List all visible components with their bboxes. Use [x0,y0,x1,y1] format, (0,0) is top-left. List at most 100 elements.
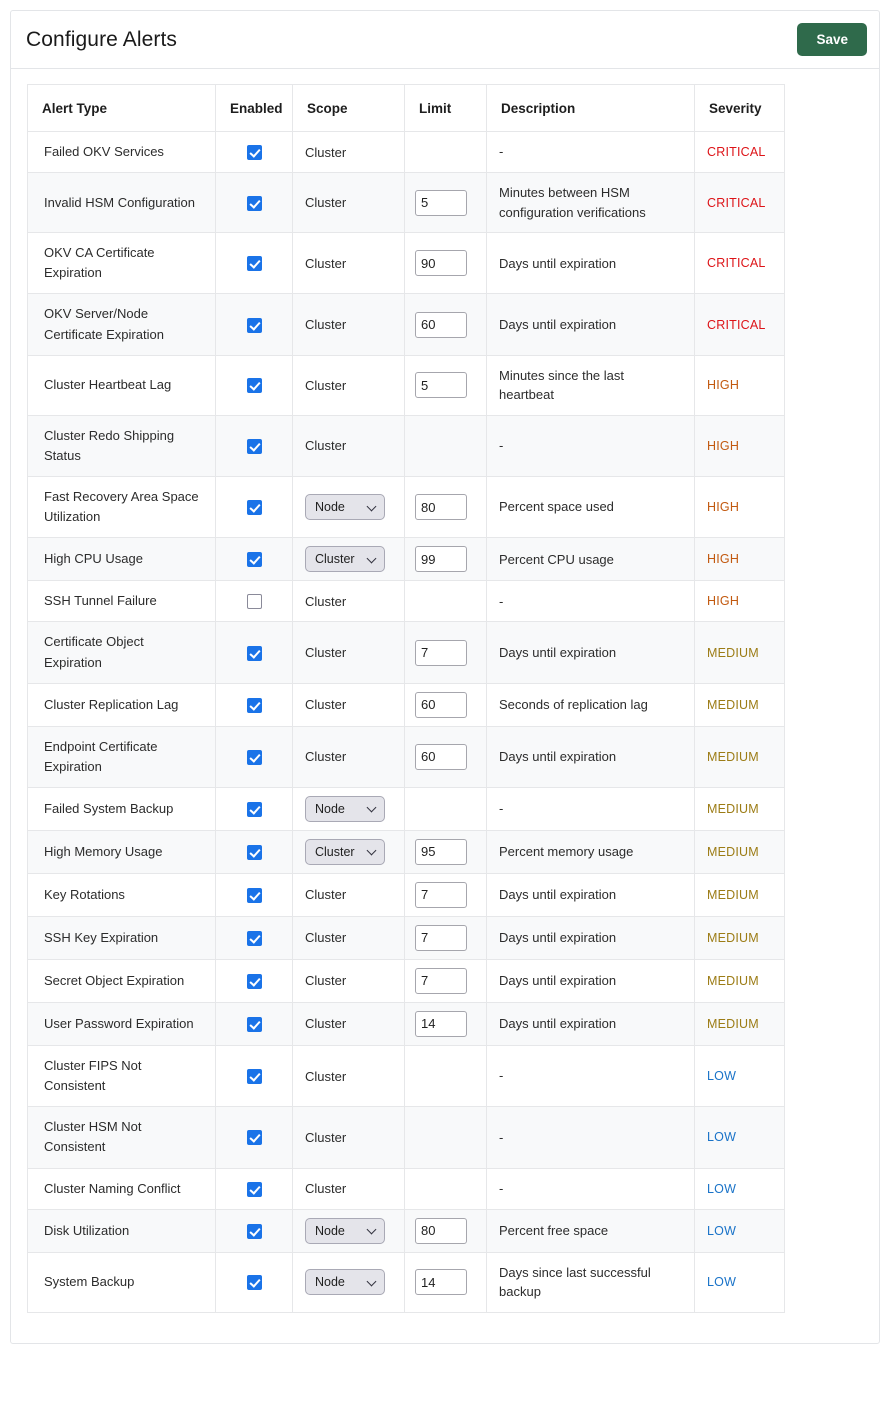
enabled-checkbox-checked[interactable] [247,1224,262,1239]
limit-input[interactable] [415,190,467,216]
limit-input[interactable] [415,1269,467,1295]
limit-cell [405,959,487,1002]
card-header: Configure Alerts Save [11,11,879,69]
description-cell: Days until expiration [487,1002,695,1045]
chevron-down-icon [368,804,377,813]
scope-select[interactable]: Cluster [305,546,385,572]
table-row: OKV CA Certificate ExpirationClusterDays… [28,233,785,294]
column-header-description: Description [487,85,695,132]
severity-badge: LOW [695,1107,785,1168]
alert-type-cell: Failed System Backup [28,787,216,830]
table-row: Cluster Naming ConflictCluster-LOW [28,1168,785,1209]
limit-cell [405,683,487,726]
column-header-alert-type: Alert Type [28,85,216,132]
description-cell: Percent space used [487,476,695,537]
limit-input[interactable] [415,839,467,865]
enabled-checkbox-checked[interactable] [247,1069,262,1084]
limit-input[interactable] [415,968,467,994]
scope-cell: Node [293,787,405,830]
alert-type-cell: Invalid HSM Configuration [28,173,216,233]
description-cell: Days until expiration [487,233,695,294]
table-container: Alert Type Enabled Scope Limit Descripti… [11,69,879,1343]
enabled-cell [216,726,293,787]
enabled-checkbox-checked[interactable] [247,646,262,661]
enabled-checkbox-unchecked[interactable] [247,594,262,609]
limit-input[interactable] [415,1011,467,1037]
enabled-checkbox-checked[interactable] [247,256,262,271]
limit-input[interactable] [415,494,467,520]
scope-cell: Node [293,1252,405,1312]
scope-select[interactable]: Node [305,796,385,822]
enabled-checkbox-checked[interactable] [247,1017,262,1032]
alert-type-cell: Cluster Redo Shipping Status [28,415,216,476]
limit-input[interactable] [415,744,467,770]
limit-cell [405,1209,487,1252]
save-button[interactable]: Save [797,23,867,57]
chevron-down-icon [368,1226,377,1235]
enabled-checkbox-checked[interactable] [247,698,262,713]
enabled-checkbox-checked[interactable] [247,931,262,946]
enabled-checkbox-checked[interactable] [247,802,262,817]
enabled-cell [216,1107,293,1168]
enabled-checkbox-checked[interactable] [247,1275,262,1290]
enabled-checkbox-checked[interactable] [247,196,262,211]
severity-badge: CRITICAL [695,132,785,173]
scope-cell: Cluster [293,622,405,683]
scope-cell: Cluster [293,415,405,476]
alert-type-cell: High CPU Usage [28,538,216,581]
alert-type-cell: Certificate Object Expiration [28,622,216,683]
chevron-down-icon [368,555,377,564]
limit-input[interactable] [415,250,467,276]
scope-text: Cluster [305,697,346,712]
limit-input[interactable] [415,925,467,951]
enabled-checkbox-checked[interactable] [247,1182,262,1197]
alert-type-cell: Cluster Heartbeat Lag [28,355,216,415]
configure-alerts-page: Configure Alerts Save Alert Type Enabled… [0,0,890,1401]
enabled-cell [216,233,293,294]
limit-input[interactable] [415,1218,467,1244]
enabled-checkbox-checked[interactable] [247,750,262,765]
scope-text: Cluster [305,645,346,660]
enabled-cell [216,415,293,476]
limit-cell [405,233,487,294]
scope-select[interactable]: Node [305,494,385,520]
enabled-checkbox-checked[interactable] [247,378,262,393]
alert-type-cell: Failed OKV Services [28,132,216,173]
alert-type-cell: Secret Object Expiration [28,959,216,1002]
enabled-cell [216,787,293,830]
limit-input[interactable] [415,882,467,908]
table-row: Invalid HSM ConfigurationClusterMinutes … [28,173,785,233]
enabled-cell [216,132,293,173]
severity-badge: LOW [695,1045,785,1106]
description-cell: - [487,415,695,476]
table-row: Endpoint Certificate ExpirationClusterDa… [28,726,785,787]
alerts-table: Alert Type Enabled Scope Limit Descripti… [27,84,785,1313]
enabled-cell [216,1252,293,1312]
limit-input[interactable] [415,692,467,718]
enabled-checkbox-checked[interactable] [247,500,262,515]
enabled-checkbox-checked[interactable] [247,974,262,989]
scope-select[interactable]: Node [305,1269,385,1295]
alert-type-cell: Cluster Naming Conflict [28,1168,216,1209]
limit-input[interactable] [415,312,467,338]
scope-select[interactable]: Cluster [305,839,385,865]
enabled-checkbox-checked[interactable] [247,552,262,567]
enabled-checkbox-checked[interactable] [247,439,262,454]
enabled-checkbox-checked[interactable] [247,845,262,860]
limit-input[interactable] [415,546,467,572]
description-cell: Seconds of replication lag [487,683,695,726]
enabled-checkbox-checked[interactable] [247,145,262,160]
scope-cell: Cluster [293,1107,405,1168]
enabled-checkbox-checked[interactable] [247,318,262,333]
scope-select-label: Node [315,802,345,816]
enabled-checkbox-checked[interactable] [247,888,262,903]
scope-cell: Cluster [293,538,405,581]
table-row: Key RotationsClusterDays until expiratio… [28,873,785,916]
alert-type-cell: Cluster HSM Not Consistent [28,1107,216,1168]
scope-select[interactable]: Node [305,1218,385,1244]
scope-text: Cluster [305,930,346,945]
limit-input[interactable] [415,372,467,398]
limit-input[interactable] [415,640,467,666]
enabled-checkbox-checked[interactable] [247,1130,262,1145]
scope-text: Cluster [305,438,346,453]
